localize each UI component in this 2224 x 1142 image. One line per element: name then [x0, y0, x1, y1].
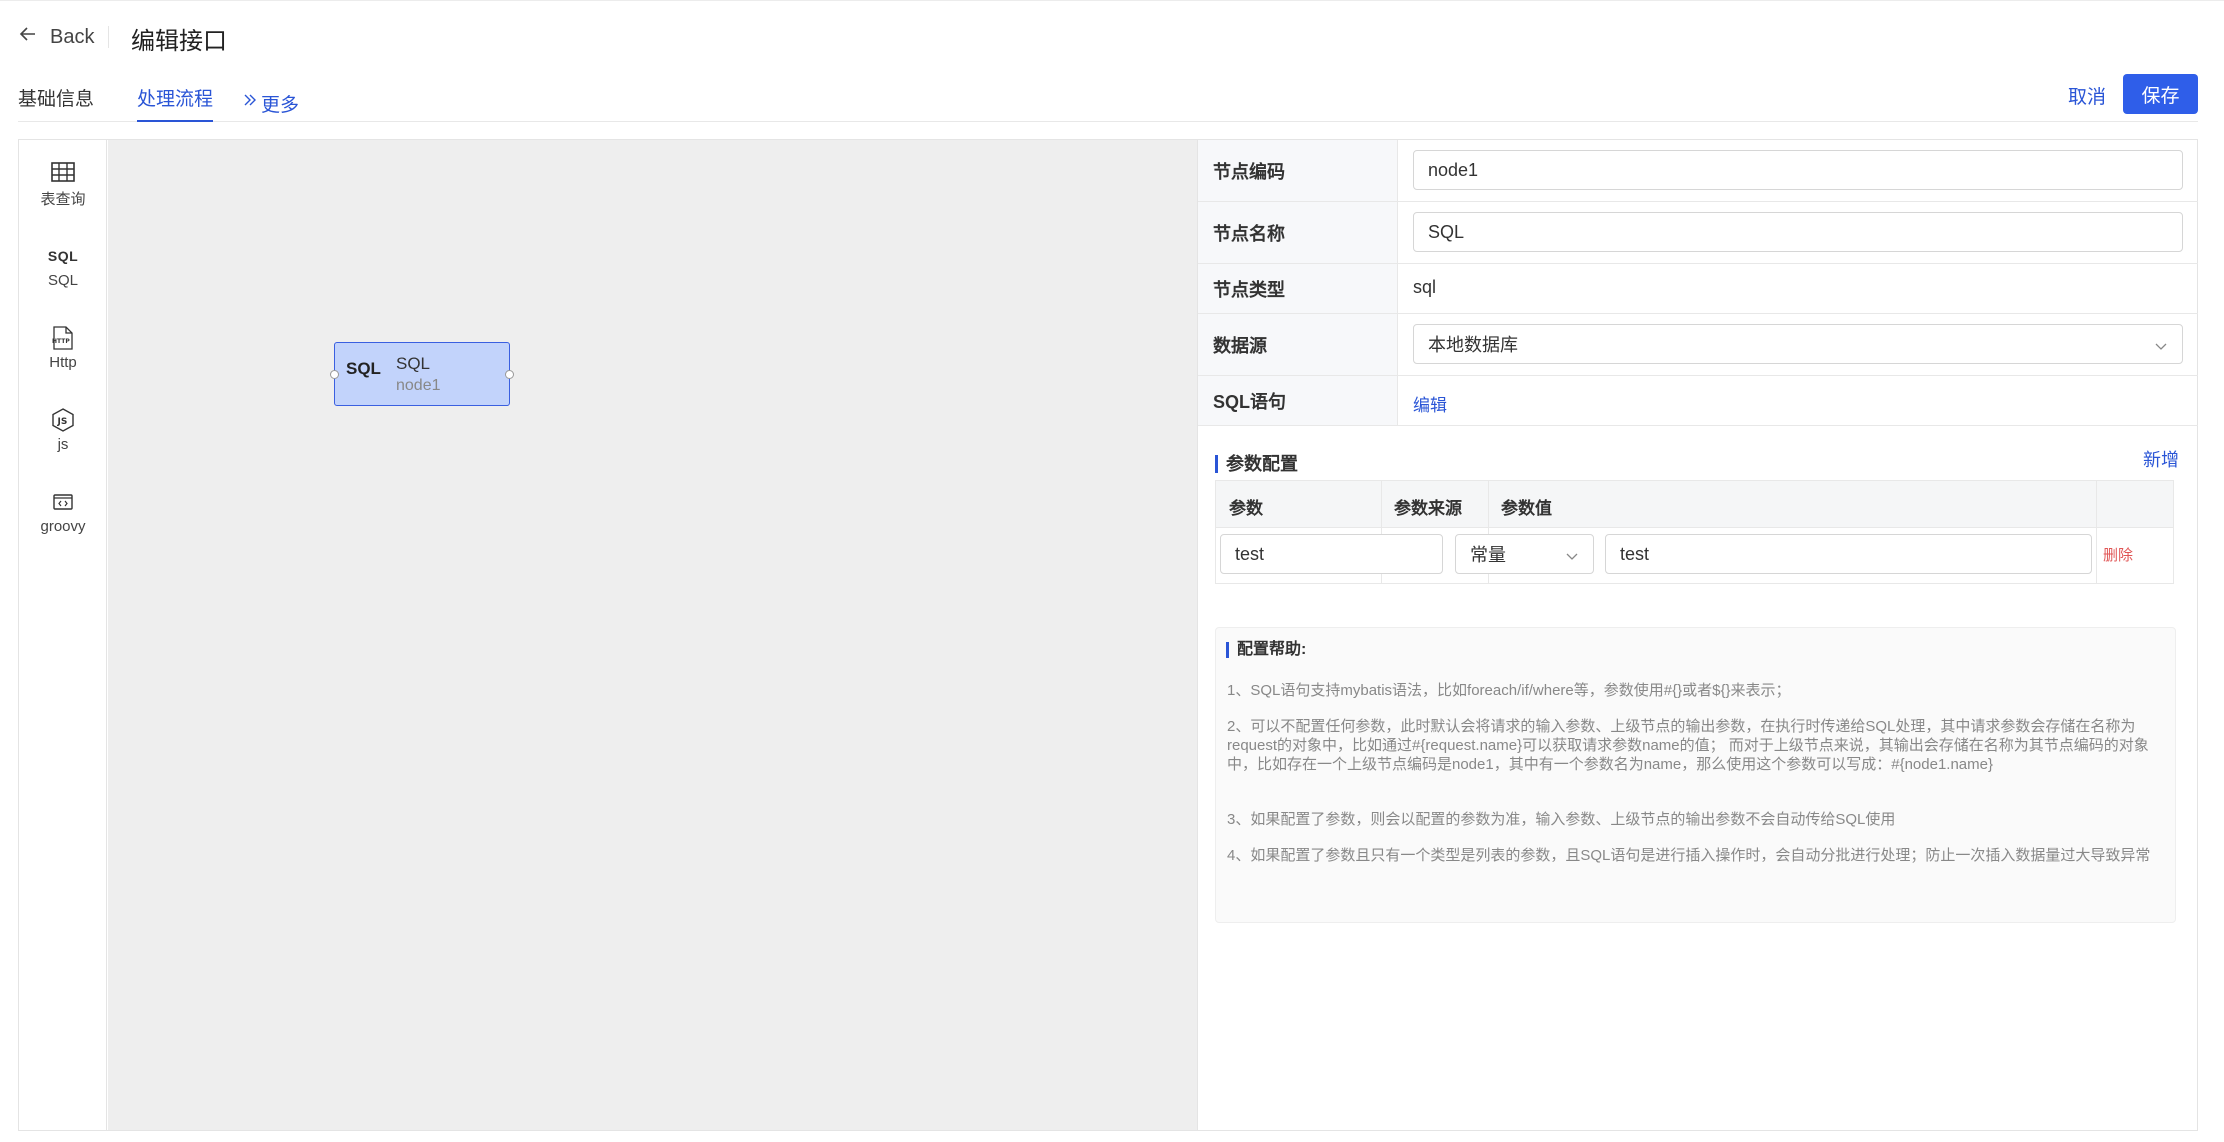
col-param: 参数 [1229, 499, 1263, 518]
params-table-header: 参数 参数来源 参数值 [1216, 481, 2173, 528]
palette-item-sql[interactable]: SQL SQL [19, 242, 107, 289]
node-input-port[interactable] [330, 370, 339, 379]
table-icon [51, 158, 75, 186]
back-button[interactable]: Back [18, 23, 94, 51]
arrow-left-icon [18, 24, 38, 50]
param-source-value: 常量 [1470, 545, 1506, 565]
node-name-label: 节点名称 [1198, 202, 1398, 263]
palette-item-js[interactable]: JS js [19, 406, 107, 453]
datasource-select[interactable]: 本地数据库 [1413, 324, 2183, 364]
tab-more-label: 更多 [261, 94, 300, 116]
cancel-button[interactable]: 取消 [2068, 82, 2106, 109]
help-item: 4、如果配置了参数且只有一个类型是列表的参数，且SQL语句是进行插入操作时，会自… [1227, 847, 2151, 864]
help-item: 2、可以不配置任何参数，此时默认会将请求的输入参数、上级节点的输出参数，在执行时… [1227, 718, 2149, 773]
flow-canvas[interactable]: SQL SQL node1 [108, 140, 1198, 1130]
col-divider [1381, 481, 1382, 527]
params-section-title: 参数配置 [1215, 455, 1298, 473]
help-title: 配置帮助: [1226, 642, 1306, 658]
form-row-node-type: 节点类型 sql [1198, 264, 2198, 314]
node-code-input[interactable]: node1 [1413, 150, 2183, 190]
flow-editor: 表查询 SQL SQL HTTP Http JS js groovy SQL S… [18, 139, 2198, 1131]
tab-basic-info[interactable]: 基础信息 [18, 84, 94, 122]
param-source-select[interactable]: 常量 [1455, 534, 1594, 574]
node-name-input[interactable]: SQL [1413, 212, 2183, 252]
form-row-node-name: 节点名称 SQL [1198, 202, 2198, 264]
back-label: Back [50, 25, 95, 48]
help-box: 配置帮助: 1、SQL语句支持mybatis语法，比如foreach/if/wh… [1215, 627, 2176, 923]
http-glyph: HTTP [52, 338, 70, 345]
http-file-icon: HTTP [50, 324, 76, 352]
palette-label: groovy [40, 518, 86, 535]
node-type-label: 节点类型 [1198, 264, 1398, 313]
node-config-panel: 节点编码 node1 节点名称 SQL 节点类型 sql 数据源 本地数据库 S… [1197, 140, 2198, 1130]
col-param-source: 参数来源 [1394, 499, 1462, 518]
tab-more[interactable]: 更多 [242, 84, 299, 122]
add-param-button[interactable]: 新增 [2143, 446, 2179, 472]
page-title: 编辑接口 [131, 28, 227, 55]
sql-edit-link[interactable]: 编辑 [1413, 391, 1447, 416]
help-item: 3、如果配置了参数，则会以配置的参数为准，输入参数、上级节点的输出参数不会自动传… [1227, 811, 1896, 828]
save-button[interactable]: 保存 [2123, 74, 2198, 114]
datasource-label: 数据源 [1198, 314, 1398, 375]
palette-item-table-query[interactable]: 表查询 [19, 158, 107, 209]
col-divider [1488, 481, 1489, 527]
param-name-input[interactable]: test [1220, 534, 1443, 574]
chevron-down-icon [2154, 337, 2168, 351]
col-divider [2096, 481, 2097, 527]
col-divider [2096, 528, 2097, 583]
help-item: 1、SQL语句支持mybatis语法，比如foreach/if/where等，参… [1227, 682, 1791, 699]
node-output-port[interactable] [505, 370, 514, 379]
palette-label: 表查询 [40, 191, 86, 208]
js-hexagon-icon: JS [50, 406, 76, 434]
sql-label: SQL语句 [1198, 376, 1398, 425]
node-name: SQL [396, 354, 431, 373]
node-type-glyph: SQL [346, 359, 381, 378]
node-type-value: sql [1413, 277, 1437, 297]
double-chevron-right-icon [242, 92, 258, 114]
col-param-value: 参数值 [1501, 499, 1552, 518]
js-glyph: JS [57, 417, 68, 427]
delete-param-button[interactable]: 删除 [2103, 544, 2133, 565]
form-row-sql: SQL语句 编辑 [1198, 376, 2198, 426]
palette-label: Http [49, 354, 77, 371]
palette-item-http[interactable]: HTTP Http [19, 324, 107, 371]
page-header: Back 编辑接口 [0, 0, 2224, 72]
chevron-down-icon [1565, 547, 1579, 561]
form-row-datasource: 数据源 本地数据库 [1198, 314, 2198, 376]
palette-label: js [57, 436, 69, 453]
sql-icon: SQL [47, 248, 79, 264]
param-value-input[interactable]: test [1605, 534, 2092, 574]
tab-bar: 基础信息 处理流程 更多 [18, 80, 2198, 122]
code-window-icon [52, 488, 74, 516]
flow-node-sql[interactable]: SQL SQL node1 [330, 342, 514, 406]
node-palette: 表查询 SQL SQL HTTP Http JS js groovy [19, 140, 107, 1130]
node-code: node1 [396, 377, 441, 394]
palette-label: SQL [47, 272, 78, 289]
tab-process-flow[interactable]: 处理流程 [137, 84, 214, 122]
datasource-value: 本地数据库 [1428, 335, 1518, 355]
node-code-label: 节点编码 [1198, 140, 1398, 201]
params-table: 参数 参数来源 参数值 test 常量 test 删除 [1215, 480, 2174, 584]
header-divider [108, 26, 109, 48]
palette-item-groovy[interactable]: groovy [19, 488, 107, 535]
table-row: test 常量 test 删除 [1216, 528, 2173, 583]
form-row-node-code: 节点编码 node1 [1198, 140, 2198, 202]
